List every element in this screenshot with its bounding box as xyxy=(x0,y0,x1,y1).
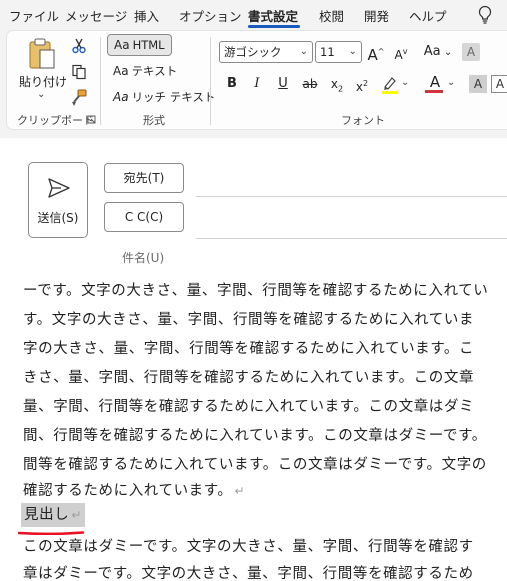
to-field-underline xyxy=(196,196,507,197)
superscript-button[interactable]: x2 xyxy=(352,73,372,95)
compose-pane: 送信(S) 宛先(T) C C(C) 件名(U) ーです。文字の大きさ、量、字間… xyxy=(0,138,507,581)
chevron-down-icon[interactable]: ⌄ xyxy=(401,77,409,88)
body-line-last: 確認するために入れています。 ↵ xyxy=(23,479,245,500)
format-html-label: HTML xyxy=(132,38,165,52)
shrink-font-glyph: A xyxy=(394,48,403,62)
strikethrough-button[interactable]: ab xyxy=(299,73,321,95)
change-case-glyph: Aa xyxy=(423,44,441,59)
character-border-button[interactable]: A xyxy=(491,75,507,93)
paragraph-mark-icon: ↵ xyxy=(71,508,82,522)
tab-review[interactable]: 校閲 xyxy=(319,6,344,25)
tab-file[interactable]: ファイル xyxy=(9,6,59,25)
body-line: この文章はダミーです。文字の大きさ、量、字間、行間等を確認す xyxy=(23,539,474,555)
subscript-glyph: x xyxy=(330,77,338,91)
body-line-text: 確認するために入れています。 xyxy=(23,483,233,499)
body-line: 間等を確認するために入れています。この文章はダミーです。文字の xyxy=(23,457,487,473)
paste-button[interactable]: 貼り付け xyxy=(19,73,67,90)
copy-icon[interactable] xyxy=(71,64,87,80)
chevron-down-icon: ⌄ xyxy=(299,46,308,57)
font-color-swatch xyxy=(425,90,443,93)
font-color-glyph: A xyxy=(429,73,441,91)
paragraph-mark-icon: ↵ xyxy=(234,484,246,498)
chevron-down-icon: ⌄ xyxy=(348,46,357,57)
message-body[interactable]: ーです。文字の大きさ、量、字間、行間等を確認するために入れてい す。文字の大きさ… xyxy=(0,277,507,581)
active-tab-indicator xyxy=(248,25,300,28)
body-line: 量、字間、行間等を確認するために入れています。この文章はダミ xyxy=(23,399,475,415)
to-button[interactable]: 宛先(T) xyxy=(104,163,184,193)
chevron-down-icon[interactable]: ⌄ xyxy=(447,77,455,88)
tab-developer[interactable]: 開発 xyxy=(364,6,389,25)
tab-insert[interactable]: 挿入 xyxy=(134,6,159,25)
font-group-label: フォント xyxy=(341,114,385,127)
paste-icon[interactable] xyxy=(27,37,57,71)
body-line: 章はダミーです。文字の大きさ、量、字間、行間等を確認するため xyxy=(23,566,474,581)
cut-icon[interactable] xyxy=(71,38,87,54)
format-rich-text-label: リッチ テキスト xyxy=(131,90,216,104)
send-button[interactable]: 送信(S) xyxy=(28,162,88,238)
character-shading-glyph: A xyxy=(473,77,483,91)
ribbon-separator xyxy=(100,37,101,125)
format-text-option[interactable]: Aa テキスト xyxy=(107,60,183,82)
character-shading-button[interactable]: A xyxy=(469,75,487,93)
format-html-option[interactable]: Aa HTML xyxy=(107,34,172,56)
clipboard-group-label: クリップボード xyxy=(17,114,94,127)
cc-button[interactable]: C C(C) xyxy=(104,202,184,232)
format-html-glyph: Aa xyxy=(114,38,130,52)
shrink-font-button[interactable]: Av xyxy=(391,41,411,63)
grow-font-glyph: A xyxy=(367,46,378,64)
font-name-value: 游ゴシック xyxy=(224,45,282,59)
body-line: きさ、量、字間、行間等を確認するために入れています。この文章 xyxy=(23,370,475,386)
send-label: 送信(S) xyxy=(37,211,79,225)
heading-label: 見出し xyxy=(24,507,70,523)
format-rich-text-option[interactable]: Aa リッチ テキスト xyxy=(107,86,221,108)
body-line: 間、行間等を確認するために入れています。この文章はダミーです。 xyxy=(23,428,487,444)
clear-formatting-glyph: A xyxy=(466,45,476,59)
subject-label: 件名(U) xyxy=(122,251,165,265)
subscript-mark: 2 xyxy=(338,84,344,94)
tab-format-text[interactable]: 書式設定 xyxy=(248,6,298,25)
format-text-label: テキスト xyxy=(131,64,178,78)
format-painter-icon[interactable] xyxy=(70,89,88,107)
superscript-mark: 2 xyxy=(363,79,369,88)
tab-options[interactable]: オプション xyxy=(179,6,242,25)
ribbon-tabs: ファイル メッセージ 挿入 オプション 書式設定 校閲 開発 ヘルプ xyxy=(0,0,507,30)
body-line: 字の大きさ、量、字間、行間等を確認するために入れています。こ xyxy=(23,341,475,357)
dialog-launcher-icon[interactable] xyxy=(87,115,96,124)
ribbon-separator xyxy=(210,37,211,125)
heading-text[interactable]: 見出し ↵ xyxy=(21,503,85,527)
bold-button[interactable]: B xyxy=(222,73,242,95)
paste-chevron-icon[interactable]: ⌄ xyxy=(37,89,45,100)
send-icon xyxy=(48,178,70,198)
format-text-glyph: Aa xyxy=(113,64,129,78)
body-line: ーです。文字の大きさ、量、字間、行間等を確認するために入れてい xyxy=(23,283,489,299)
grow-font-button[interactable]: A^ xyxy=(366,41,386,64)
clear-formatting-button[interactable]: A xyxy=(462,43,480,61)
superscript-glyph: x xyxy=(355,80,363,94)
underline-button[interactable]: U xyxy=(273,73,293,95)
format-rich-text-glyph: Aa xyxy=(113,90,129,104)
character-border-glyph: A xyxy=(495,77,505,91)
cc-field-underline xyxy=(196,238,507,239)
font-size-value: 11 xyxy=(320,45,335,59)
font-name-combo[interactable]: 游ゴシック ⌄ xyxy=(219,41,313,63)
tab-message[interactable]: メッセージ xyxy=(65,6,127,25)
tab-help[interactable]: ヘルプ xyxy=(409,6,447,25)
format-group-label: 形式 xyxy=(143,114,165,127)
subscript-button[interactable]: x2 xyxy=(327,73,347,95)
lightbulb-icon[interactable] xyxy=(476,5,494,25)
body-line: す。文字の大きさ、量、字間、行間等を確認するために入れていま xyxy=(23,312,475,328)
italic-button[interactable]: I xyxy=(247,73,267,95)
font-size-combo[interactable]: 11 ⌄ xyxy=(315,41,362,63)
highlight-pen-icon[interactable] xyxy=(381,75,399,95)
ribbon: 貼り付け ⌄ クリップボード Aa HTML Aa テキスト Aa リッチ テキスト … xyxy=(6,30,507,130)
change-case-button[interactable]: Aa ⌄ xyxy=(421,41,455,63)
